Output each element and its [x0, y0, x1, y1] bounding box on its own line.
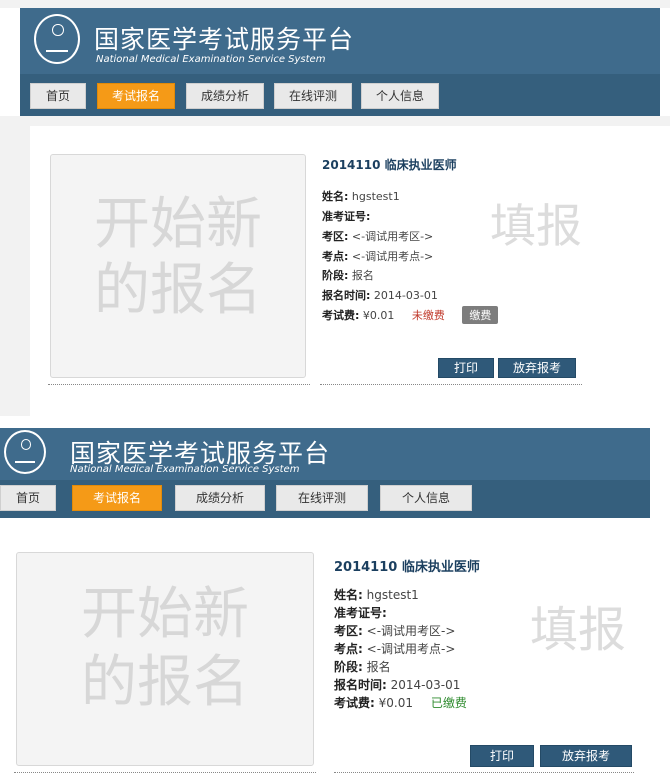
emblem-icon	[4, 430, 46, 474]
field-exam-area: 考区: <-调试用考区->	[334, 622, 455, 639]
field-label: 考区:	[322, 230, 349, 243]
field-stage: 阶段: 报名	[334, 658, 391, 675]
field-label: 考试费:	[334, 696, 375, 710]
field-label: 姓名:	[334, 588, 363, 602]
field-stage: 阶段: 报名	[322, 267, 374, 283]
abandon-exam-button[interactable]: 放弃报考	[498, 358, 576, 378]
abandon-exam-button[interactable]: 放弃报考	[540, 745, 632, 767]
tab-exam-registration[interactable]: 考试报名	[97, 83, 175, 109]
field-exam-area: 考区: <-调试用考区->	[322, 228, 433, 244]
payment-status-unpaid: 未缴费	[411, 309, 445, 322]
field-registration-time: 报名时间: 2014-03-01	[334, 676, 460, 693]
new-registration-line1: 开始新	[94, 192, 262, 257]
field-exam-fee: 考试费: ¥0.01 已缴费	[334, 694, 467, 711]
field-value: hgstest1	[366, 588, 419, 602]
field-exam-site: 考点: <-调试用考点->	[334, 640, 455, 657]
field-label: 阶段:	[334, 660, 363, 674]
tab-home[interactable]: 首页	[0, 485, 56, 511]
tab-online-assessment[interactable]: 在线评测	[274, 83, 352, 109]
field-label: 报名时间:	[334, 678, 387, 692]
new-registration-line2: 的报名	[81, 650, 249, 715]
new-registration-card[interactable]: 开始新 的报名	[50, 154, 306, 378]
divider	[320, 384, 582, 385]
field-exam-fee: 考试费: ¥0.01 未缴费 缴费	[322, 306, 499, 324]
field-label: 报名时间:	[322, 289, 371, 302]
new-registration-line2: 的报名	[94, 258, 262, 323]
field-ticket: 准考证号:	[334, 604, 387, 621]
divider	[14, 772, 316, 773]
watermark-fill: 填报	[490, 199, 582, 253]
site-subtitle: National Medical Examination Service Sys…	[96, 54, 326, 65]
field-value: 报名	[366, 660, 391, 674]
field-value: 报名	[351, 269, 374, 282]
field-ticket: 准考证号:	[322, 208, 370, 224]
field-label: 准考证号:	[322, 210, 371, 223]
tab-exam-registration[interactable]: 考试报名	[72, 485, 162, 511]
separator	[0, 416, 670, 428]
field-value: ¥0.01	[362, 309, 395, 322]
field-label: 姓名:	[322, 190, 349, 203]
payment-status-paid: 已缴费	[430, 696, 467, 710]
site-subtitle: National Medical Examination Service Sys…	[70, 464, 300, 475]
field-label: 考试费:	[322, 309, 360, 322]
field-label: 考区:	[334, 624, 363, 638]
exam-title: 2014110 临床执业医师	[322, 158, 457, 172]
site-title: 国家医学考试服务平台	[94, 25, 355, 54]
field-registration-time: 报名时间: 2014-03-01	[322, 287, 438, 303]
field-name: 姓名: hgstest1	[322, 188, 400, 204]
field-label: 准考证号:	[334, 606, 387, 620]
tab-score-analysis[interactable]: 成绩分析	[175, 485, 265, 511]
tab-score-analysis[interactable]: 成绩分析	[186, 83, 264, 109]
field-value: <-调试用考区->	[366, 624, 456, 638]
header-2: 国家医学考试服务平台 National Medical Examination …	[0, 428, 650, 480]
divider	[334, 772, 634, 773]
browser-top-strip	[0, 0, 670, 8]
nav-bar-1: 首页 考试报名 成绩分析 在线评测 个人信息	[20, 74, 660, 116]
header-1: 国家医学考试服务平台 National Medical Examination …	[20, 8, 660, 74]
exam-title: 2014110 临床执业医师	[334, 560, 480, 575]
field-label: 考点:	[334, 642, 363, 656]
tab-personal-info[interactable]: 个人信息	[361, 83, 439, 109]
tab-online-assessment[interactable]: 在线评测	[276, 485, 368, 511]
tab-personal-info[interactable]: 个人信息	[380, 485, 472, 511]
field-value: 2014-03-01	[390, 678, 461, 692]
field-value: hgstest1	[351, 190, 400, 203]
new-registration-card[interactable]: 开始新 的报名	[16, 552, 314, 766]
new-registration-line1: 开始新	[81, 582, 249, 647]
emblem-icon	[34, 14, 80, 64]
field-value: ¥0.01	[378, 696, 413, 710]
field-exam-site: 考点: <-调试用考点->	[322, 248, 433, 264]
field-value: 2014-03-01	[373, 289, 438, 302]
field-value: <-调试用考点->	[351, 250, 434, 263]
field-value: <-调试用考点->	[366, 642, 456, 656]
pay-button[interactable]: 缴费	[462, 306, 499, 324]
field-name: 姓名: hgstest1	[334, 586, 419, 603]
divider	[48, 384, 310, 385]
nav-bar-2: 首页 考试报名 成绩分析 在线评测 个人信息	[0, 480, 650, 518]
print-button[interactable]: 打印	[438, 358, 494, 378]
field-label: 阶段:	[322, 269, 349, 282]
print-button[interactable]: 打印	[470, 745, 534, 767]
tab-home[interactable]: 首页	[30, 83, 86, 109]
watermark-fill: 填报	[530, 602, 627, 658]
field-value: <-调试用考区->	[351, 230, 434, 243]
field-label: 考点:	[322, 250, 349, 263]
